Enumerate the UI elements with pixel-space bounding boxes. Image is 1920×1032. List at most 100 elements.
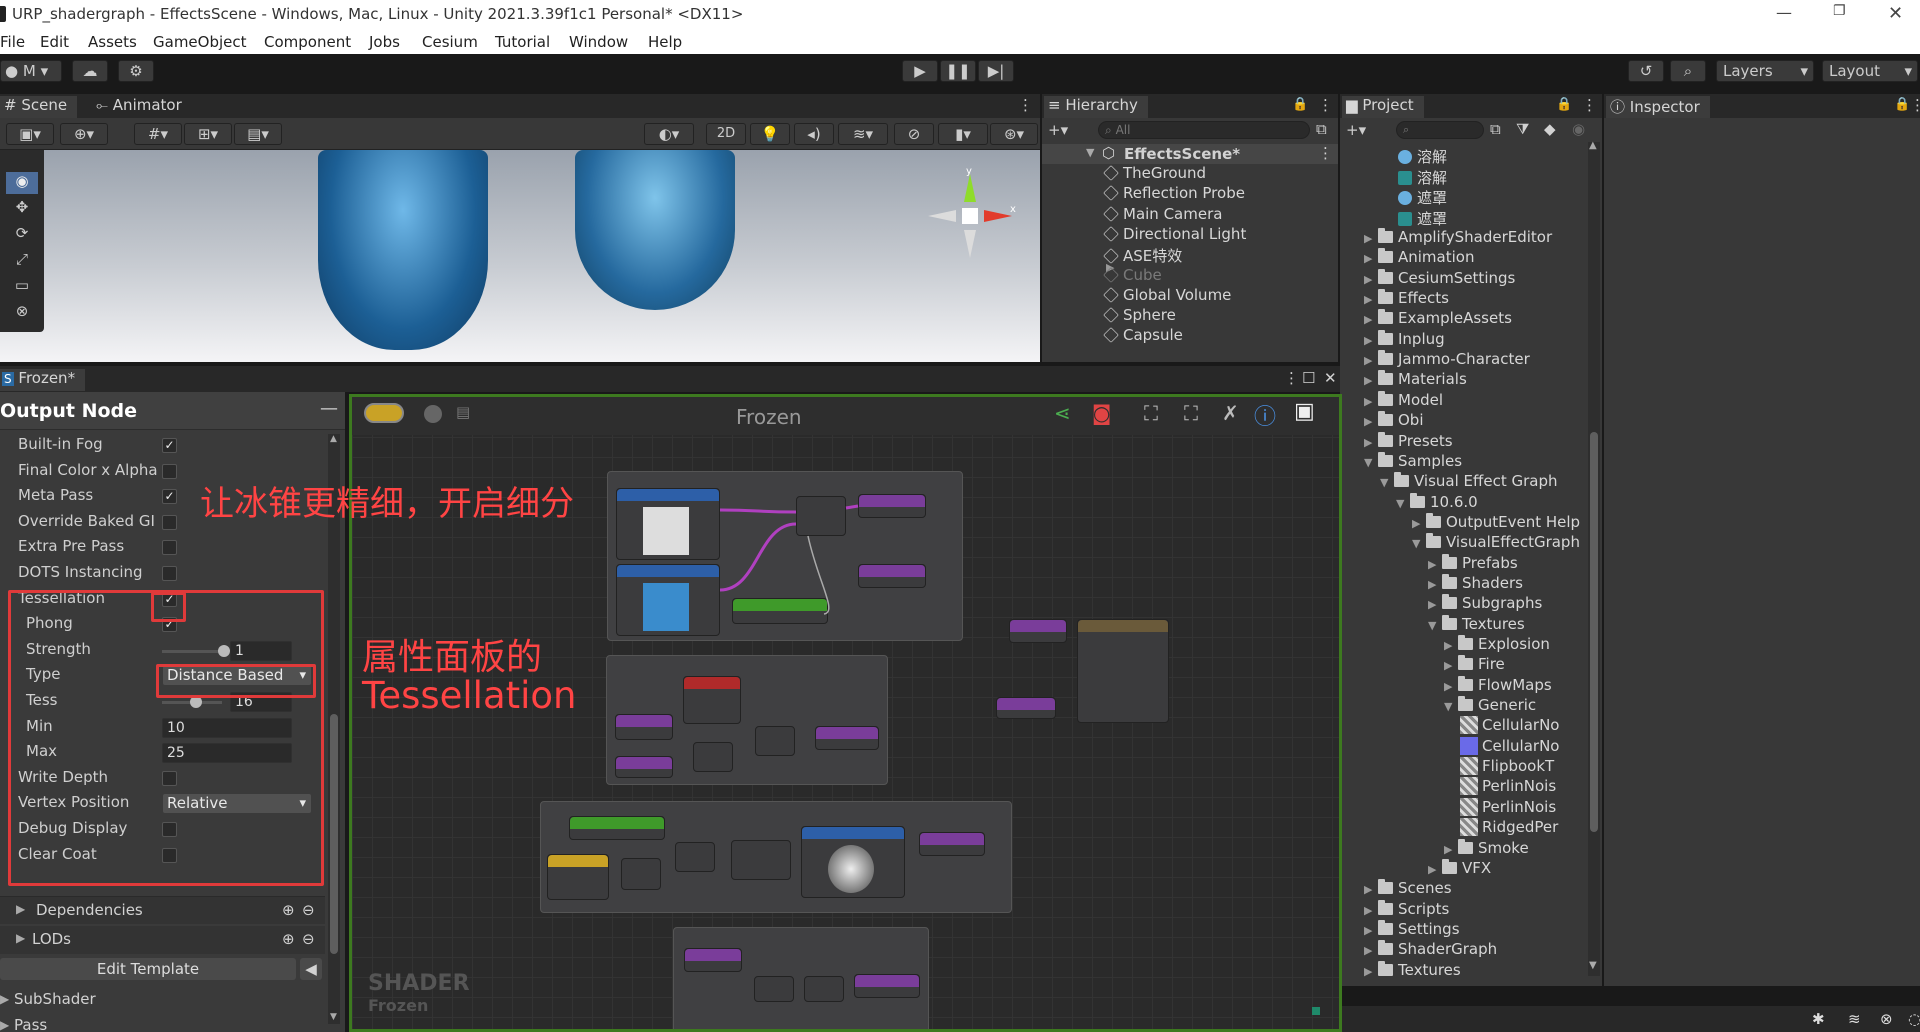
more-icon[interactable]: ⋮ [1318,96,1333,114]
search-by-type-icon[interactable]: ⧉ [1490,120,1501,138]
search-filter-icon[interactable]: ⧉ [1316,120,1327,138]
project-tree-item[interactable]: ▶ Animation [1364,248,1474,268]
chevron-down-icon[interactable]: ▼ [1364,456,1378,469]
play-button[interactable]: ▶ [902,60,938,82]
more-icon[interactable]: ⋮ [1284,369,1299,387]
project-tree-item[interactable]: ▶ Smoke [1444,838,1529,859]
chevron-right-icon[interactable]: ▶ [1364,354,1378,367]
visibility-toggle[interactable]: ⊘ [894,123,934,145]
project-tree-item[interactable]: ▶ Scripts [1364,899,1449,920]
chevron-right-icon[interactable]: ▶ [1412,517,1426,530]
node-get-local-var-1[interactable] [615,714,673,740]
hierarchy-item[interactable]: Capsule [1042,326,1338,346]
chevron-right-icon[interactable]: ▶ [1364,273,1378,286]
project-tree-item[interactable]: ▶ CesiumSettings [1364,268,1515,289]
hierarchy-item[interactable]: Main Camera [1042,205,1338,225]
node-get-local-var-5[interactable] [996,697,1056,719]
node-append[interactable] [621,858,661,890]
chevron-right-icon[interactable]: ▶ [1444,639,1458,652]
project-tree-item[interactable]: ▶ Materials [1364,370,1467,390]
prop-checkbox[interactable] [162,463,177,479]
hidden-packages-icon[interactable]: ◉ [1572,120,1585,138]
lighting-toggle[interactable]: 💡 [750,123,790,145]
scrollbar-thumb[interactable] [1590,432,1598,832]
close-icon[interactable]: ✕ [1888,3,1903,24]
node-multiply-4[interactable] [754,976,794,1002]
node-float-yellow[interactable] [547,854,609,900]
project-tree-item[interactable]: ▶ Obi [1364,411,1424,431]
pass-foldout[interactable]: ▶ Pass [0,1014,325,1032]
edit-template-arrow[interactable]: ◀ [300,958,322,980]
hierarchy-item[interactable]: Directional Light [1042,225,1338,245]
more-icon[interactable]: ⋮ [1018,96,1033,114]
globe-button[interactable]: ⊕▾ [60,123,108,145]
chevron-right-icon[interactable]: ▶ [1364,944,1378,957]
scrollbar-thumb[interactable] [330,714,338,954]
tab-frozen[interactable]: S Frozen* [0,369,86,391]
chevron-right-icon[interactable]: ▶ [1364,334,1378,347]
debug-icon[interactable]: ✱ [1812,1010,1825,1028]
chevron-right-icon[interactable]: ▶ [1428,598,1442,611]
increment-snap-button[interactable]: ⊞▾ [184,123,232,145]
lods-foldout[interactable]: ▶ LODs ⊕ ⊖ [0,926,325,954]
project-asset-item[interactable]: 溶解 [1398,167,1447,187]
chevron-right-icon[interactable]: ▶ [1364,313,1378,326]
tab-scene[interactable]: # Scene [0,96,78,118]
project-tree-item[interactable]: ▶ Subgraphs [1428,594,1542,614]
lock-icon[interactable]: 🔒 [1894,97,1910,112]
tab-project[interactable]: ▆ Project [1342,96,1424,118]
lock-icon[interactable]: 🔒 [1556,97,1572,112]
subshader-foldout[interactable]: ▶ SubShader [0,988,325,1012]
tools-icon[interactable]: ✗ [1222,401,1239,425]
node-multiply-2[interactable] [755,726,795,756]
prop-checkbox[interactable]: ✓ [162,489,177,505]
expand-arrow-icon[interactable]: ▼ [1086,146,1094,159]
chevron-right-icon[interactable]: ▶ [1364,965,1378,978]
project-asset-item[interactable]: 遮罩 [1398,208,1447,228]
undo-history-button[interactable]: ↺ [1628,60,1664,82]
tab-inspector[interactable]: ⓘ Inspector [1606,96,1710,118]
node-lerp-2[interactable] [804,976,844,1002]
prop-checkbox[interactable] [162,540,177,556]
project-tree-item[interactable]: ▼ Textures [1428,614,1525,635]
project-tree-item[interactable]: ▼ 10.6.0 [1396,492,1478,513]
project-tree-item[interactable]: ▶ ExampleAssets [1364,309,1512,329]
menu-cesium[interactable]: Cesium [422,33,478,51]
project-tree-item[interactable]: ▶ Textures [1364,960,1461,981]
maximize-icon[interactable]: ☐ [1302,369,1315,387]
focus-selected-icon[interactable]: ⛶ [1144,401,1158,425]
rect-tool[interactable]: ▭ [6,276,38,298]
node-multiply-1[interactable] [693,742,733,772]
project-scrollbar[interactable]: ▲ ▼ [1588,140,1600,976]
project-tree-item[interactable]: PerlinNois [1460,777,1556,797]
scroll-up-icon[interactable]: ▲ [1589,140,1597,151]
project-add-button[interactable]: +▾ [1346,121,1366,139]
layers-dropdown[interactable]: Layers ▾ [1716,60,1814,82]
remove-icon[interactable]: ⊖ [302,901,315,919]
screenshot-icon[interactable]: ◙ [1092,401,1111,425]
chevron-right-icon[interactable]: ▶ [1444,843,1458,856]
chevron-right-icon[interactable]: ▶ [1364,415,1378,428]
chevron-right-icon[interactable]: ▶ [1364,252,1378,265]
project-tree-item[interactable]: ▶ Jammo-Character [1364,350,1530,370]
stack-icon[interactable]: ≋ [1848,1010,1861,1028]
project-tree-item[interactable]: ▼ Samples [1364,451,1462,472]
transform-tool[interactable]: ⊗ [6,302,38,324]
menu-edit[interactable]: Edit [40,33,69,51]
prop-checkbox[interactable] [162,566,177,581]
draw-mode-button[interactable]: ▣▾ [6,123,54,145]
more-icon[interactable]: ⋮ [1910,96,1920,114]
shading-button[interactable]: ◐▾ [644,123,694,145]
project-tree-item[interactable]: ▶ Model [1364,390,1443,411]
menu-component[interactable]: Component [264,33,351,51]
focus-all-icon[interactable]: ⛶ [1184,401,1198,425]
scroll-down-icon[interactable]: ▼ [1589,960,1597,971]
tab-hierarchy[interactable]: ≡ Hierarchy [1044,96,1148,118]
maximize-icon[interactable]: ▣ [1294,399,1315,424]
prop-checkbox[interactable]: ✓ [162,438,177,453]
hand-tool[interactable]: ◉ [6,172,38,194]
edit-template-button[interactable]: Edit Template [0,958,296,980]
node-screen-offset[interactable] [731,840,791,880]
network-icon[interactable]: ⊗ [1880,1010,1893,1028]
clean-node-icon[interactable] [424,405,442,423]
